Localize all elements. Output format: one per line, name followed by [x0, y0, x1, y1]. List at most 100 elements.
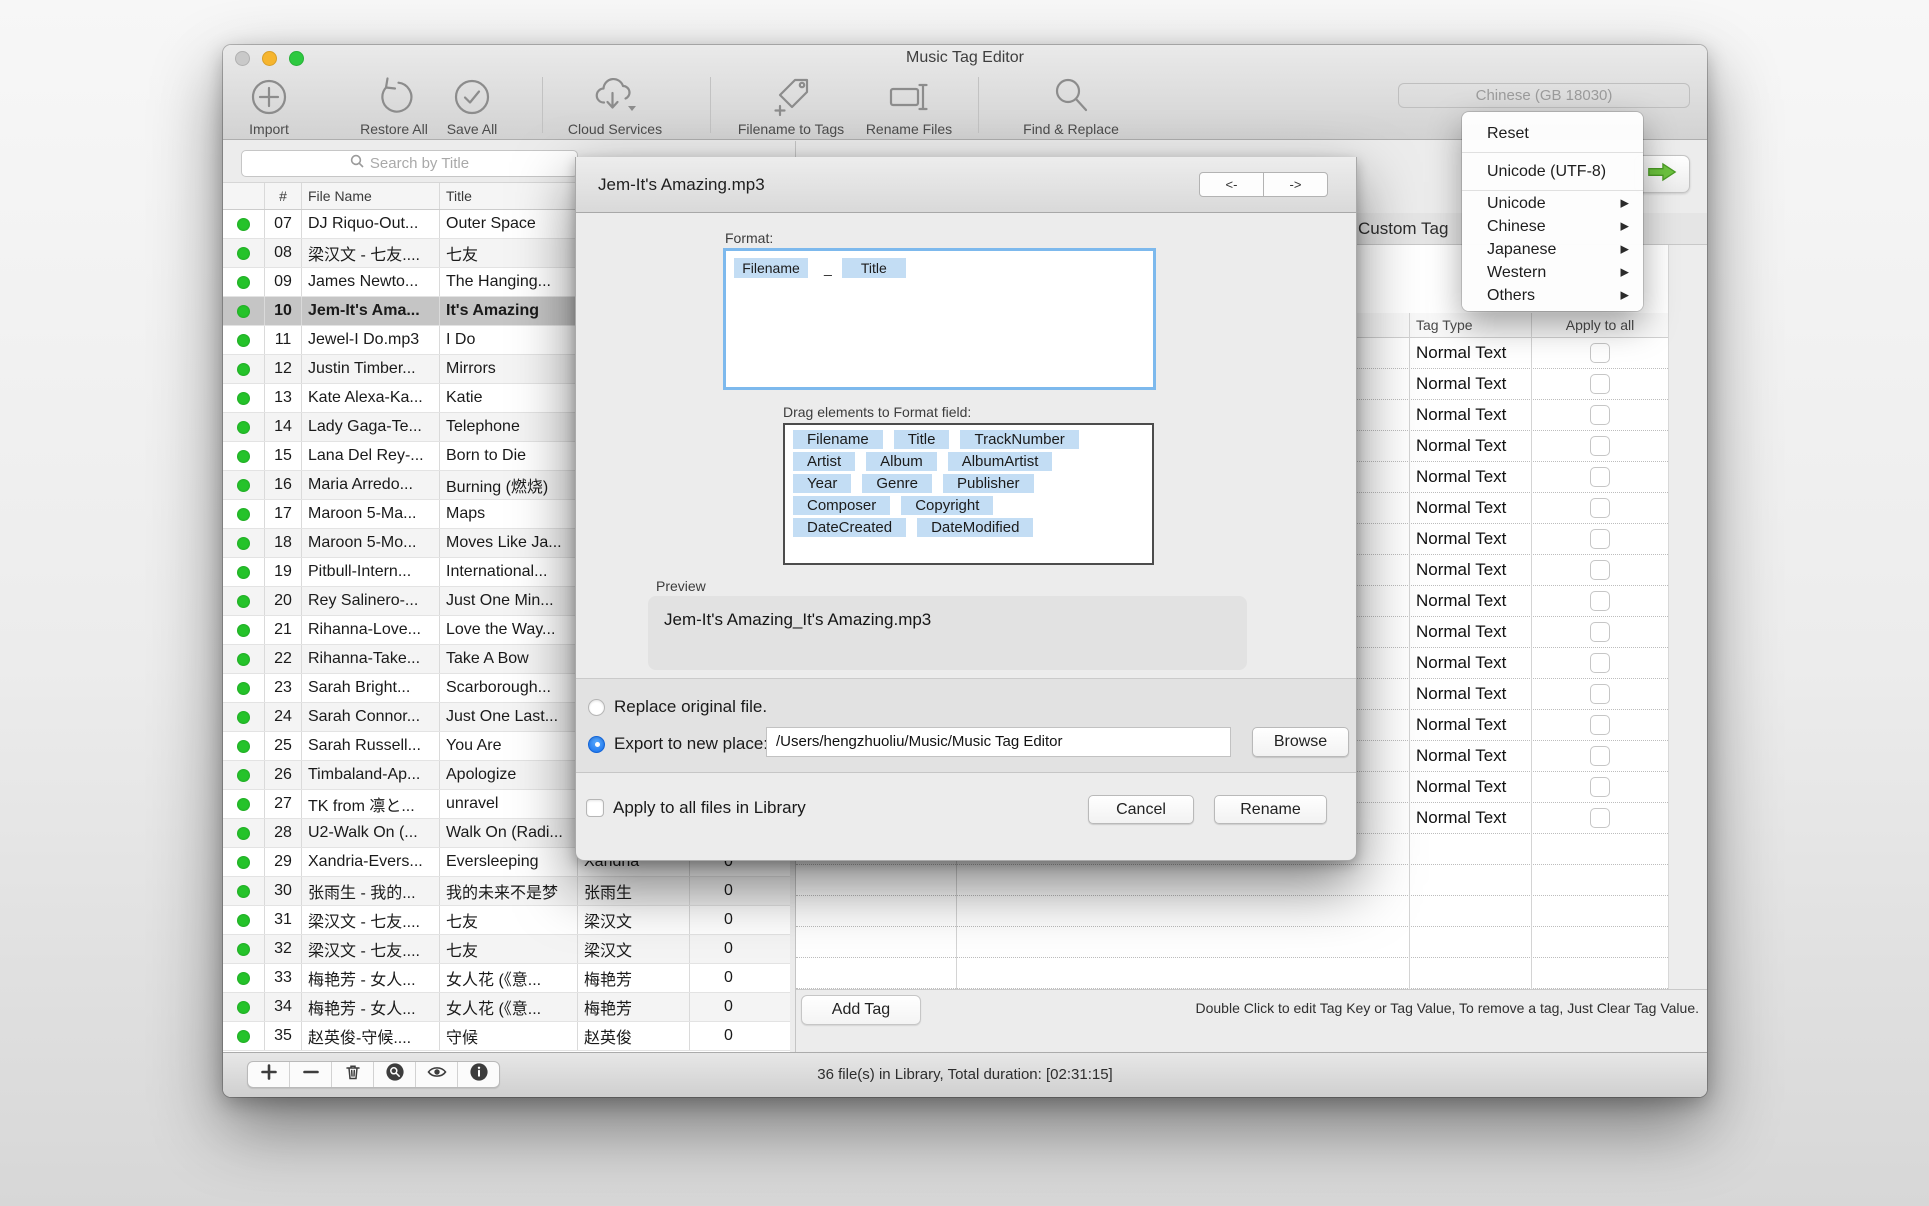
encoding-field[interactable]: Chinese (GB 18030)	[1398, 83, 1690, 108]
format-element-chip[interactable]: DateCreated	[793, 518, 906, 537]
file-name: 梁汉文 - 七友....	[302, 239, 440, 267]
menu-item-label: Others	[1487, 287, 1535, 304]
file-row[interactable]: 35赵英俊-守候....守候赵英俊0	[223, 1022, 790, 1051]
format-chip[interactable]: Filename	[734, 258, 808, 278]
cancel-button[interactable]: Cancel	[1088, 795, 1194, 824]
format-element-chip[interactable]: Title	[894, 430, 950, 449]
format-element-chip[interactable]: AlbumArtist	[948, 452, 1053, 471]
apply-to-all-checkbox[interactable]	[1590, 467, 1610, 487]
file-track: 0	[690, 935, 790, 963]
search-input[interactable]: Search by Title	[241, 150, 578, 177]
menu-item-unicode-utf-8[interactable]: Unicode (UTF-8)	[1462, 154, 1643, 189]
apply-to-all-checkbox[interactable]	[1590, 343, 1610, 363]
file-name: Rihanna-Take...	[302, 645, 440, 673]
tag-scroll-gutter[interactable]	[1668, 245, 1707, 989]
file-title: Walk On (Radi...	[440, 819, 578, 847]
column-header-tag-type[interactable]: Tag Type	[1416, 317, 1473, 333]
menu-item-reset[interactable]: Reset	[1462, 116, 1643, 151]
format-element-chip[interactable]: Artist	[793, 452, 855, 471]
previous-file-button[interactable]: <-	[1199, 172, 1264, 197]
file-title: Telephone	[440, 413, 578, 441]
format-chip[interactable]: Title	[842, 258, 906, 278]
format-element-chip[interactable]: Filename	[793, 430, 883, 449]
apply-all-option[interactable]: Apply to all files in Library	[586, 798, 806, 818]
file-title: International...	[440, 558, 578, 586]
apply-to-all-checkbox[interactable]	[1590, 498, 1610, 518]
column-header-status[interactable]	[223, 183, 265, 209]
file-number: 20	[265, 587, 302, 615]
browse-button[interactable]: Browse	[1252, 727, 1349, 757]
column-header-title[interactable]: Title	[440, 183, 578, 209]
file-row[interactable]: 31梁汉文 - 七友....七友梁汉文0	[223, 906, 790, 935]
menu-item-others[interactable]: Others▶	[1462, 284, 1643, 307]
format-field[interactable]: Filename _ Title	[723, 248, 1156, 390]
format-separator[interactable]: _	[824, 260, 832, 276]
format-element-chip[interactable]: DateModified	[917, 518, 1033, 537]
apply-to-all-checkbox[interactable]	[1590, 746, 1610, 766]
replace-radio-icon[interactable]	[588, 699, 605, 716]
save-check-circle-icon	[397, 74, 547, 120]
file-row[interactable]: 32梁汉文 - 七友....七友梁汉文0	[223, 935, 790, 964]
file-number: 08	[265, 239, 302, 267]
file-title: Mirrors	[440, 355, 578, 383]
apply-to-all-checkbox[interactable]	[1590, 405, 1610, 425]
format-element-chip[interactable]: TrackNumber	[960, 430, 1078, 449]
toolbar-button-cloud-services[interactable]: Cloud Services	[540, 74, 690, 137]
column-header-filename[interactable]: File Name	[302, 183, 440, 209]
format-element-chip[interactable]: Genre	[862, 474, 932, 493]
toolbar-button-rename-files[interactable]: Rename Files	[834, 74, 984, 137]
column-header-apply-to-all[interactable]: Apply to all	[1531, 317, 1669, 333]
apply-to-all-checkbox[interactable]	[1590, 808, 1610, 828]
file-status-cell	[223, 848, 265, 876]
apply-to-all-checkbox[interactable]	[1590, 684, 1610, 704]
file-status-cell	[223, 587, 265, 615]
file-name: 梅艳芳 - 女人...	[302, 964, 440, 992]
submenu-arrow-icon: ▶	[1621, 215, 1629, 238]
toolbar-button-find-replace[interactable]: Find & Replace	[996, 74, 1146, 137]
format-element-chip[interactable]: Publisher	[943, 474, 1034, 493]
export-path-field[interactable]: /Users/hengzhuoliu/Music/Music Tag Edito…	[766, 727, 1231, 757]
menu-item-japanese[interactable]: Japanese▶	[1462, 238, 1643, 261]
tag-type-value: Normal Text	[1416, 777, 1506, 797]
encoding-menu: ResetUnicode (UTF-8) Unicode▶Chinese▶Japa…	[1462, 112, 1643, 311]
file-status-cell	[223, 877, 265, 905]
column-header-number[interactable]: #	[265, 183, 302, 209]
tag-row	[796, 865, 1668, 896]
toolbar-button-save-all[interactable]: Save All	[397, 74, 547, 137]
status-dot-icon	[237, 537, 250, 550]
file-number: 18	[265, 529, 302, 557]
format-element-chip[interactable]: Copyright	[901, 496, 993, 515]
tab-custom-tag[interactable]: Custom Tag	[1358, 213, 1448, 244]
menu-item-unicode[interactable]: Unicode▶	[1462, 192, 1643, 215]
replace-original-option[interactable]: Replace original file.	[588, 697, 767, 717]
next-file-button[interactable]: ->	[1263, 172, 1328, 197]
file-name: Sarah Russell...	[302, 732, 440, 760]
apply-to-all-checkbox[interactable]	[1590, 653, 1610, 673]
export-new-place-option[interactable]: Export to new place:	[588, 734, 768, 754]
apply-to-all-checkbox[interactable]	[1590, 591, 1610, 611]
status-dot-icon	[237, 914, 250, 927]
apply-to-all-checkbox[interactable]	[1590, 777, 1610, 797]
tag-type-value: Normal Text	[1416, 343, 1506, 363]
file-title: unravel	[440, 790, 578, 818]
menu-item-chinese[interactable]: Chinese▶	[1462, 215, 1643, 238]
apply-to-all-checkbox[interactable]	[1590, 436, 1610, 456]
format-element-chip[interactable]: Year	[793, 474, 851, 493]
apply-to-all-checkbox[interactable]	[1590, 529, 1610, 549]
file-row[interactable]: 30张雨生 - 我的...我的未来不是梦张雨生0	[223, 877, 790, 906]
apply-to-all-checkbox[interactable]	[1590, 560, 1610, 580]
add-tag-button[interactable]: Add Tag	[801, 995, 921, 1025]
format-element-chip[interactable]: Composer	[793, 496, 890, 515]
menu-item-western[interactable]: Western▶	[1462, 261, 1643, 284]
file-row[interactable]: 33梅艳芳 - 女人...女人花 (《意...梅艳芳0	[223, 964, 790, 993]
status-dot-icon	[237, 856, 250, 869]
file-status-cell	[223, 732, 265, 760]
apply-all-checkbox[interactable]	[586, 799, 604, 817]
apply-to-all-checkbox[interactable]	[1590, 622, 1610, 642]
format-element-chip[interactable]: Album	[866, 452, 937, 471]
apply-to-all-checkbox[interactable]	[1590, 374, 1610, 394]
apply-to-all-checkbox[interactable]	[1590, 715, 1610, 735]
file-row[interactable]: 34梅艳芳 - 女人...女人花 (《意...梅艳芳0	[223, 993, 790, 1022]
rename-button[interactable]: Rename	[1214, 795, 1327, 824]
export-radio-icon[interactable]	[588, 736, 605, 753]
